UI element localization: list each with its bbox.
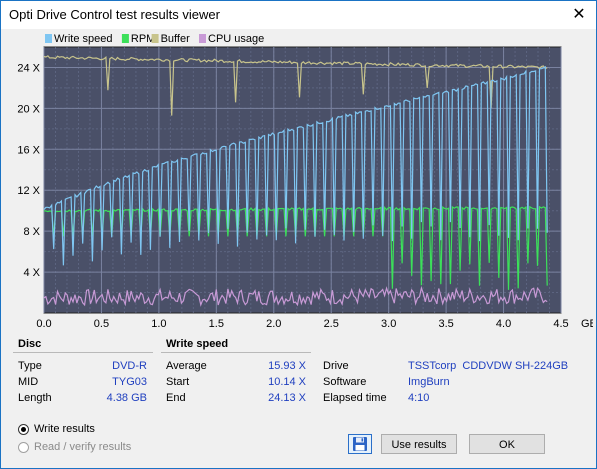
x-tick-label: 0.0 — [36, 318, 51, 330]
x-tick-label: 2.5 — [324, 318, 339, 330]
y-tick-label: 12 X — [17, 185, 40, 197]
software-label: Software — [323, 376, 367, 388]
x-tick-label: 4.5 — [553, 318, 568, 330]
legend-label: Buffer — [161, 33, 190, 45]
plot-area — [43, 46, 562, 314]
legend-swatch — [121, 34, 129, 43]
mid-value: TYG03 — [112, 376, 147, 388]
drive-label: Drive — [323, 360, 349, 372]
average-label: Average — [166, 360, 207, 372]
write-speed-divider — [161, 352, 311, 353]
legend-swatch — [199, 34, 206, 43]
x-unit-label: GB — [581, 318, 593, 330]
end-label: End — [166, 392, 186, 404]
x-tick-label: 4.0 — [496, 318, 511, 330]
start-label: Start — [166, 376, 190, 388]
length-label: Length — [18, 392, 52, 404]
floppy-disk-icon — [353, 437, 367, 451]
legend-label: Write speed — [54, 33, 113, 45]
disc-divider — [13, 352, 153, 353]
drive-value: TSSTcorp CDDVDW SH-224GB — [408, 360, 569, 372]
legend-swatch — [151, 34, 159, 43]
disc-header: Disc — [18, 338, 42, 350]
legend-swatch — [45, 34, 52, 43]
elapsed-time-value: 4:10 — [408, 392, 430, 404]
software-value: ImgBurn — [408, 376, 450, 388]
average-value: 15.93 X — [268, 360, 306, 372]
mid-label: MID — [18, 376, 39, 388]
x-tick-label: 3.5 — [438, 318, 453, 330]
y-tick-label: 8 X — [23, 226, 40, 238]
use-results-button[interactable]: Use results — [381, 434, 457, 454]
x-tick-label: 1.0 — [151, 318, 166, 330]
y-tick-label: 20 X — [17, 103, 40, 115]
x-tick-label: 3.0 — [381, 318, 396, 330]
y-tick-label: 4 X — [23, 267, 40, 279]
x-tick-label: 2.0 — [266, 318, 281, 330]
read-verify-label: Read / verify results — [34, 441, 132, 453]
results-chart: 0.0 0.5 1.0 1.5 2.0 2.5 3.0 3.5 4.0 4.5 GB 4 X 8 X 12… — [5, 29, 593, 337]
ok-button[interactable]: OK — [469, 434, 545, 454]
save-button[interactable] — [348, 434, 372, 454]
write-speed-header: Write speed — [166, 338, 229, 350]
x-tick-label: 0.5 — [94, 318, 109, 330]
title-bar: Opti Drive Control test results viewer ✕ — [1, 1, 596, 29]
app-window: Opti Drive Control test results viewer ✕… — [0, 0, 597, 469]
type-label: Type — [18, 360, 42, 372]
end-value: 24.13 X — [268, 392, 306, 404]
legend-label: CPU usage — [208, 33, 264, 45]
x-tick-label: 1.5 — [209, 318, 224, 330]
close-icon[interactable]: ✕ — [566, 3, 592, 27]
y-tick-label: 16 X — [17, 144, 40, 156]
y-tick-label: 24 X — [17, 62, 40, 74]
length-value: 4.38 GB — [106, 392, 147, 404]
elapsed-time-label: Elapsed time — [323, 392, 387, 404]
write-results-radio[interactable] — [18, 424, 29, 435]
read-verify-radio — [18, 442, 29, 453]
chart-canvas: 0.0 0.5 1.0 1.5 2.0 2.5 3.0 3.5 4.0 4.5 GB 4 X 8 X 12… — [17, 33, 593, 330]
window-title: Opti Drive Control test results viewer — [9, 7, 220, 22]
write-results-label[interactable]: Write results — [34, 423, 95, 435]
type-value: DVD-R — [112, 360, 147, 372]
start-value: 10.14 X — [268, 376, 306, 388]
